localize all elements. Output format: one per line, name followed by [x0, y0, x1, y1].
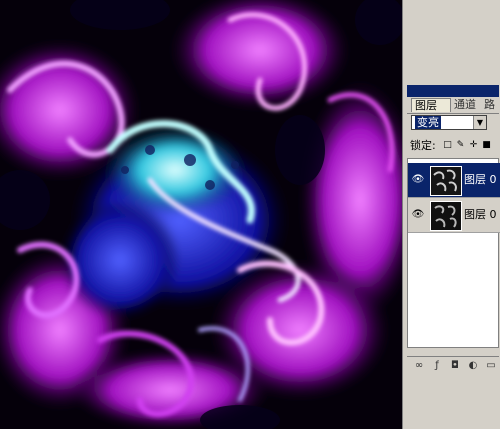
layers-panel: 图层 通道 路 变亮 ▼ 锁定: □ ✎ ✛ ■ 👁 图层 0 👁 图层 0 ∞… [402, 0, 500, 429]
layer-name: 图层 0 [464, 173, 497, 186]
tab-layers[interactable]: 图层 [411, 98, 451, 112]
blend-mode-value: 变亮 [415, 116, 441, 129]
lock-all-icon[interactable]: ■ [482, 141, 491, 150]
lock-transparency-icon[interactable]: □ [443, 141, 452, 150]
layers-list: 👁 图层 0 👁 图层 0 副 [407, 158, 500, 348]
chevron-down-icon[interactable]: ▼ [473, 116, 486, 129]
document-canvas[interactable] [0, 0, 402, 429]
lock-move-icon[interactable]: ✛ [469, 141, 478, 150]
thumbnail-image [431, 202, 461, 230]
blend-mode-select[interactable]: 变亮 ▼ [411, 115, 487, 130]
lock-row: 锁定: □ ✎ ✛ ■ [410, 139, 499, 153]
eye-icon[interactable]: 👁 [411, 210, 425, 220]
adjustment-layer-icon[interactable]: ◐ [467, 360, 479, 372]
panel-bottom-toolbar: ∞ ƒ ◘ ◐ ▭ [407, 356, 499, 377]
layer-row[interactable]: 👁 图层 0 副 [408, 198, 500, 233]
new-group-icon[interactable]: ▭ [485, 360, 497, 372]
smoke-artwork [0, 0, 402, 429]
layer-thumbnail [430, 166, 462, 196]
layer-mask-icon[interactable]: ◘ [449, 360, 461, 372]
layer-style-icon[interactable]: ƒ [431, 360, 443, 372]
eye-icon[interactable]: 👁 [411, 175, 425, 185]
panel-tab-strip: 图层 通道 路 [407, 97, 499, 114]
lock-label: 锁定: [410, 139, 436, 152]
panel-titlebar[interactable] [407, 85, 499, 97]
layer-thumbnail [430, 201, 462, 231]
link-layers-icon[interactable]: ∞ [413, 360, 425, 372]
lock-paint-icon[interactable]: ✎ [456, 141, 465, 150]
thumbnail-image [431, 167, 461, 195]
layer-row[interactable]: 👁 图层 0 [408, 163, 500, 198]
tab-paths[interactable]: 路 [481, 98, 499, 112]
tab-channels[interactable]: 通道 [451, 98, 481, 112]
layer-name: 图层 0 副 [464, 208, 500, 221]
photoshop-window: 图层 通道 路 变亮 ▼ 锁定: □ ✎ ✛ ■ 👁 图层 0 👁 图层 0 ∞… [0, 0, 500, 429]
